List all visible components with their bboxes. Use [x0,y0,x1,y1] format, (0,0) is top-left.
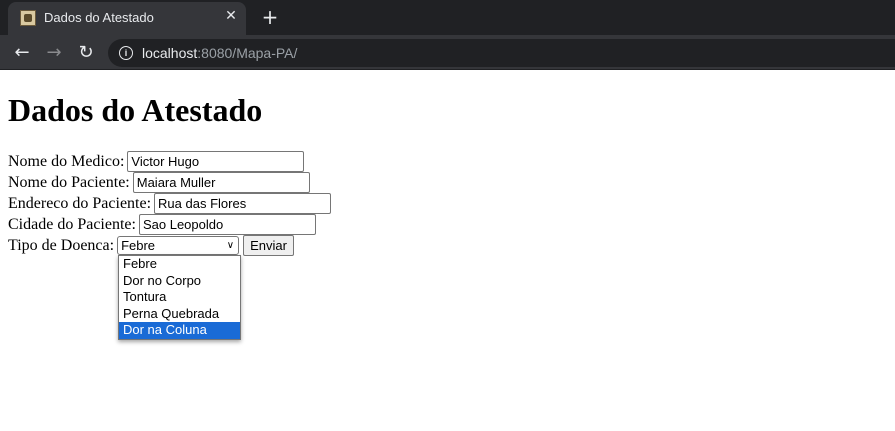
info-icon[interactable]: i [119,46,133,60]
atestado-form: Nome do Medico: Nome do Paciente: Endere… [8,151,332,256]
form-row-doenca: Tipo de Doenca: Febre ∨ Enviar [8,235,331,256]
form-row-medico: Nome do Medico: [8,151,331,172]
field-label-endereco: Endereco do Paciente: [8,195,152,212]
address-bar[interactable]: i localhost:8080/Mapa-PA/ [108,39,895,67]
new-tab-icon[interactable]: + [260,7,280,27]
doenca-select[interactable]: Febre ∨ [117,236,240,255]
form-row-paciente: Nome do Paciente: [8,172,331,193]
field-label-cidade: Cidade do Paciente: [8,216,136,233]
doenca-options-list: Febre Dor no Corpo Tontura Perna Quebrad… [118,255,241,340]
url-text: localhost:8080/Mapa-PA/ [142,45,297,61]
field-label-medico: Nome do Medico: [8,153,125,170]
option-dor-na-coluna[interactable]: Dor na Coluna [119,322,240,339]
reload-icon[interactable]: ↻ [75,42,97,64]
form-row-endereco: Endereco do Paciente: [8,193,332,214]
option-dor-no-corpo[interactable]: Dor no Corpo [119,273,240,290]
url-host: localhost [142,45,198,61]
tab-title: Dados do Atestado [44,10,154,25]
option-febre[interactable]: Febre [119,256,240,273]
page-favicon-icon [20,10,36,26]
paciente-input[interactable] [132,172,310,193]
page-content: Dados do Atestado Nome do Medico: Nome d… [8,70,895,431]
select-value: Febre [121,238,156,253]
cidade-input[interactable] [138,214,316,235]
option-perna-quebrada[interactable]: Perna Quebrada [119,306,240,323]
close-icon[interactable]: ✕ [223,8,239,24]
browser-tab[interactable]: Dados do Atestado ✕ [8,2,246,35]
url-path: :8080/Mapa-PA/ [197,45,298,61]
form-row-cidade: Cidade do Paciente: [8,214,331,235]
browser-toolbar: ← → ↻ i localhost:8080/Mapa-PA/ [0,35,895,70]
endereco-input[interactable] [154,193,332,214]
option-tontura[interactable]: Tontura [119,289,240,306]
chevron-down-icon: ∨ [226,240,235,251]
medico-input[interactable] [127,151,305,172]
field-label-paciente: Nome do Paciente: [8,174,130,191]
tab-strip: Dados do Atestado ✕ + [0,0,895,35]
forward-arrow-icon[interactable]: → [43,42,65,64]
field-label-doenca: Tipo de Doenca: [8,237,115,254]
back-arrow-icon[interactable]: ← [11,42,33,64]
enviar-button[interactable]: Enviar [243,235,294,256]
page-title: Dados do Atestado [8,92,263,128]
